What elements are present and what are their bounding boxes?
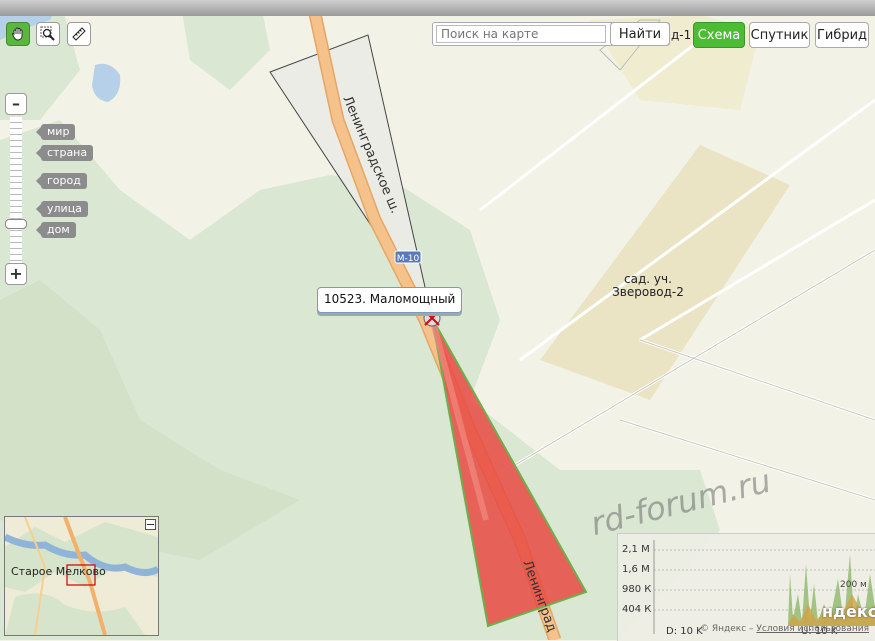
zoom-level-house[interactable]: дом <box>36 222 76 238</box>
minimap-label: Старое Мелково <box>11 565 106 578</box>
ruler-icon <box>72 27 86 41</box>
traffic-axis-label: 404 К <box>622 604 652 615</box>
zoom-level-city[interactable]: город <box>36 173 87 189</box>
zoom-slider-thumb[interactable] <box>5 219 27 229</box>
zoom-level-street[interactable]: улица <box>36 201 88 217</box>
terms-link[interactable]: Условия использования <box>756 624 869 634</box>
zoom-control: – + <box>5 93 27 285</box>
zoom-level-country[interactable]: страна <box>35 145 94 161</box>
svg-text:М-10: М-10 <box>397 254 420 264</box>
traffic-axis-label: 980 К <box>622 584 652 595</box>
window-top-strip <box>0 0 875 16</box>
edge-label: д-1 <box>671 28 691 42</box>
search-input[interactable] <box>436 25 606 43</box>
place-label-line2: Зверовод-2 <box>612 285 684 299</box>
yandex-logo: ндекс <box>822 602 875 621</box>
traffic-download-label: D: 10 K <box>666 626 703 637</box>
camera-balloon[interactable]: 10523. Маломощный <box>317 287 463 313</box>
zoom-level-world[interactable]: мир <box>35 124 76 140</box>
traffic-axis-label: 1,6 М <box>622 564 650 575</box>
minimap-collapse-button[interactable] <box>145 519 156 530</box>
zoom-in-button[interactable]: + <box>5 263 27 285</box>
copyright-text: © Яндекс – <box>700 624 754 634</box>
search-button[interactable]: Найти <box>610 22 670 46</box>
zoom-track[interactable] <box>10 117 22 263</box>
traffic-axis-label: 2,1 М <box>622 544 650 555</box>
scale-label: 200 м <box>840 580 867 590</box>
magnifier-icon <box>40 26 55 41</box>
ruler-button[interactable] <box>67 22 91 46</box>
copyright: © Яндекс – Условия использования <box>700 624 869 634</box>
place-label-line1: сад. уч. <box>624 272 672 286</box>
zoom-out-button[interactable]: – <box>5 93 27 115</box>
layer-button-scheme[interactable]: Схема <box>693 22 745 48</box>
layer-button-satellite[interactable]: Спутник <box>749 22 810 48</box>
hand-icon <box>12 27 23 41</box>
zoom-area-button[interactable] <box>36 22 60 46</box>
layer-button-hybrid[interactable]: Гибрид <box>815 22 869 48</box>
hand-tool-button[interactable] <box>6 22 30 46</box>
route-badge: М-10 <box>394 250 422 264</box>
minimap[interactable]: Старое Мелково <box>4 516 159 636</box>
